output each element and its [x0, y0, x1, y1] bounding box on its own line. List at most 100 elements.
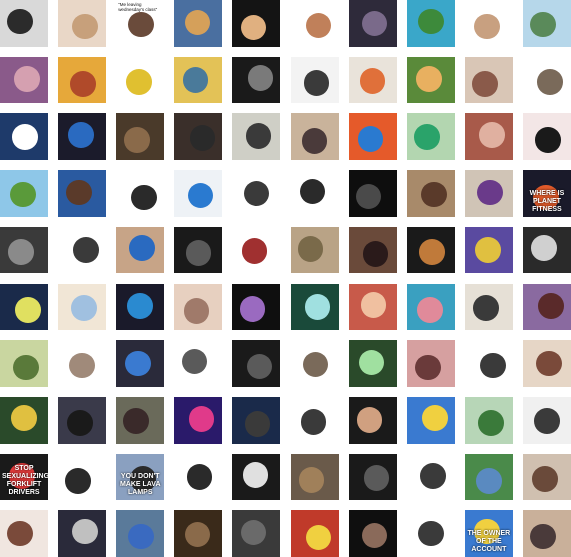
thumbnail-tile[interactable]: [174, 283, 223, 331]
thumbnail-tile[interactable]: [406, 56, 455, 104]
thumbnail-tile[interactable]: [522, 510, 571, 557]
thumbnail-tile[interactable]: [232, 453, 281, 501]
thumbnail-tile[interactable]: [348, 283, 397, 331]
thumbnail-tile[interactable]: [232, 113, 281, 161]
thumbnail-tile[interactable]: [174, 510, 223, 557]
thumbnail-tile[interactable]: [232, 0, 281, 47]
thumbnail-tile[interactable]: [232, 396, 281, 444]
thumbnail-tile[interactable]: [406, 283, 455, 331]
thumbnail-tile[interactable]: [174, 56, 223, 104]
thumbnail-tile[interactable]: [0, 113, 49, 161]
thumbnail-tile[interactable]: "Me leaving wednesday's class": [116, 0, 165, 47]
thumbnail-tile[interactable]: [290, 283, 339, 331]
thumbnail-tile[interactable]: [174, 396, 223, 444]
thumbnail-tile[interactable]: [464, 396, 513, 444]
thumbnail-tile[interactable]: [406, 170, 455, 217]
thumbnail-tile[interactable]: [406, 226, 455, 274]
thumbnail-tile[interactable]: [522, 340, 571, 387]
thumbnail-tile[interactable]: [232, 226, 281, 274]
thumbnail-tile[interactable]: [290, 340, 339, 387]
thumbnail-tile[interactable]: [464, 113, 513, 161]
thumbnail-tile[interactable]: [348, 170, 397, 217]
thumbnail-tile[interactable]: [174, 0, 223, 47]
thumbnail-tile[interactable]: [464, 453, 513, 501]
thumbnail-tile[interactable]: [522, 56, 571, 104]
thumbnail-tile[interactable]: [232, 510, 281, 557]
thumbnail-tile[interactable]: [116, 510, 165, 557]
thumbnail-tile[interactable]: [348, 113, 397, 161]
thumbnail-tile[interactable]: [406, 396, 455, 444]
thumbnail-tile[interactable]: [290, 113, 339, 161]
thumbnail-tile[interactable]: [348, 56, 397, 104]
thumbnail-tile[interactable]: [522, 396, 571, 444]
thumbnail-tile[interactable]: YOU DON'T MAKE LAVA LAMPS: [116, 453, 165, 501]
thumbnail-tile[interactable]: [232, 56, 281, 104]
thumbnail-tile[interactable]: [58, 113, 107, 161]
thumbnail-tile[interactable]: [464, 340, 513, 387]
thumbnail-tile[interactable]: THE OWNER OF THE ACCOUNT: [464, 510, 513, 557]
thumbnail-tile[interactable]: [58, 170, 107, 217]
thumbnail-tile[interactable]: [116, 113, 165, 161]
thumbnail-tile[interactable]: [522, 226, 571, 274]
thumbnail-tile[interactable]: [0, 56, 49, 104]
thumbnail-tile[interactable]: [464, 283, 513, 331]
thumbnail-tile[interactable]: [0, 283, 49, 331]
thumbnail-tile[interactable]: [58, 226, 107, 274]
thumbnail-tile[interactable]: [290, 56, 339, 104]
thumbnail-tile[interactable]: [290, 226, 339, 274]
thumbnail-tile[interactable]: [464, 170, 513, 217]
thumbnail-tile[interactable]: [232, 283, 281, 331]
thumbnail-tile[interactable]: [116, 226, 165, 274]
thumbnail-tile[interactable]: [116, 283, 165, 331]
thumbnail-tile[interactable]: [0, 396, 49, 444]
thumbnail-tile[interactable]: [406, 510, 455, 557]
thumbnail-tile[interactable]: [348, 340, 397, 387]
thumbnail-tile[interactable]: STOP SEXUALIZING FORKLIFT DRIVERS: [0, 453, 49, 501]
thumbnail-tile[interactable]: [290, 453, 339, 501]
thumbnail-tile[interactable]: [464, 0, 513, 47]
thumbnail-tile[interactable]: [232, 170, 281, 217]
thumbnail-tile[interactable]: [174, 113, 223, 161]
thumbnail-tile[interactable]: [174, 453, 223, 501]
thumbnail-tile[interactable]: [406, 0, 455, 47]
thumbnail-tile[interactable]: [522, 453, 571, 501]
thumbnail-tile[interactable]: [174, 170, 223, 217]
thumbnail-tile[interactable]: [348, 396, 397, 444]
thumbnail-tile[interactable]: [58, 453, 107, 501]
thumbnail-tile[interactable]: [58, 56, 107, 104]
thumbnail-tile[interactable]: WHERE IS PLANET FITNESS: [522, 170, 571, 217]
thumbnail-tile[interactable]: [174, 340, 223, 387]
thumbnail-tile[interactable]: [290, 510, 339, 557]
thumbnail-tile[interactable]: [58, 340, 107, 387]
thumbnail-tile[interactable]: [0, 510, 49, 557]
thumbnail-tile[interactable]: [348, 453, 397, 501]
thumbnail-tile[interactable]: [464, 226, 513, 274]
thumbnail-tile[interactable]: [522, 283, 571, 331]
thumbnail-tile[interactable]: [290, 170, 339, 217]
thumbnail-tile[interactable]: [116, 170, 165, 217]
thumbnail-tile[interactable]: [348, 226, 397, 274]
thumbnail-tile[interactable]: [116, 56, 165, 104]
thumbnail-tile[interactable]: [406, 113, 455, 161]
thumbnail-tile[interactable]: [464, 56, 513, 104]
thumbnail-tile[interactable]: [116, 340, 165, 387]
thumbnail-tile[interactable]: [406, 340, 455, 387]
thumbnail-tile[interactable]: [522, 113, 571, 161]
thumbnail-tile[interactable]: [0, 226, 49, 274]
thumbnail-tile[interactable]: [0, 0, 49, 47]
thumbnail-tile[interactable]: [116, 396, 165, 444]
thumbnail-tile[interactable]: [0, 340, 49, 387]
thumbnail-tile[interactable]: [58, 283, 107, 331]
thumbnail-tile[interactable]: [290, 396, 339, 444]
thumbnail-tile[interactable]: [58, 0, 107, 47]
thumbnail-tile[interactable]: [522, 0, 571, 47]
thumbnail-tile[interactable]: [232, 340, 281, 387]
thumbnail-tile[interactable]: [406, 453, 455, 501]
thumbnail-tile[interactable]: [0, 170, 49, 217]
thumbnail-tile[interactable]: [348, 0, 397, 47]
thumbnail-tile[interactable]: [174, 226, 223, 274]
thumbnail-tile[interactable]: [58, 396, 107, 444]
thumbnail-tile[interactable]: [58, 510, 107, 557]
thumbnail-tile[interactable]: [290, 0, 339, 47]
thumbnail-tile[interactable]: [348, 510, 397, 557]
